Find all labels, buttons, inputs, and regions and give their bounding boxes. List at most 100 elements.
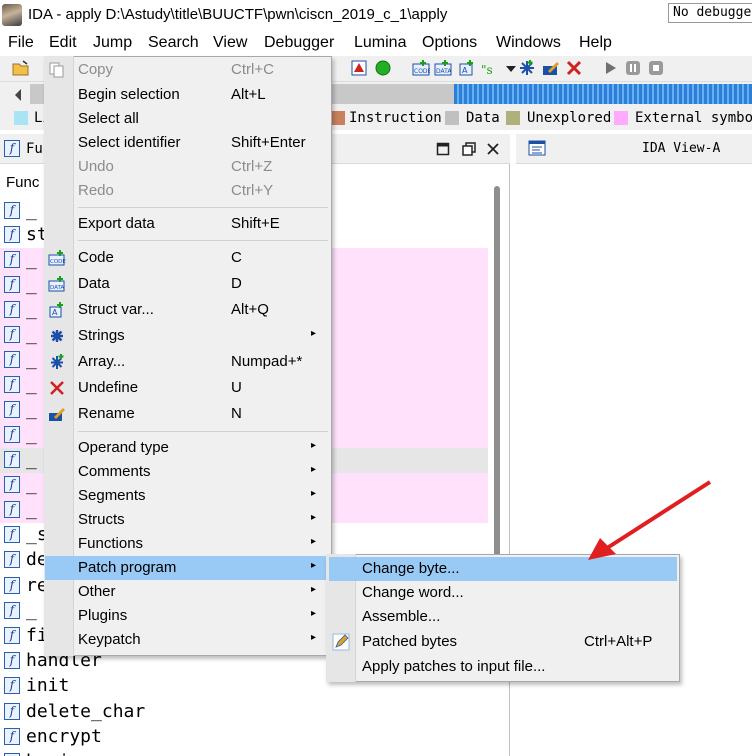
menu-item-strings[interactable]: Strings ▸ bbox=[45, 324, 331, 348]
menu-windows[interactable]: Windows bbox=[496, 34, 561, 52]
function-name: _ bbox=[26, 474, 37, 495]
close-pane-icon[interactable] bbox=[486, 142, 500, 156]
menu-item-data[interactable]: DATA Data D bbox=[45, 272, 331, 296]
struct-icon: A bbox=[49, 302, 63, 318]
undefine-icon bbox=[50, 381, 64, 395]
menu-item-label: Copy bbox=[78, 61, 114, 78]
menu-item-structs[interactable]: Structs ▸ bbox=[45, 508, 331, 532]
function-name: _ bbox=[26, 424, 37, 445]
function-icon: f bbox=[4, 401, 20, 418]
svg-text:A: A bbox=[462, 66, 468, 75]
maximize-pane-icon[interactable] bbox=[436, 142, 450, 156]
debugger-select[interactable]: No debugger bbox=[668, 3, 752, 23]
function-name-column-header[interactable]: Func bbox=[6, 174, 39, 191]
play-icon[interactable] bbox=[601, 59, 619, 77]
submenu-arrow-icon: ▸ bbox=[311, 584, 317, 595]
code-icon[interactable]: CODE bbox=[412, 59, 430, 77]
function-name: _ bbox=[26, 274, 37, 295]
open-icon[interactable] bbox=[12, 59, 30, 77]
menu-bar: File Edit Jump Search View Debugger Lumi… bbox=[0, 30, 752, 56]
menu-options[interactable]: Options bbox=[422, 34, 477, 52]
menu-item-patch-program[interactable]: Patch program ▸ bbox=[45, 556, 331, 580]
function-name: _ bbox=[26, 349, 37, 370]
function-row[interactable]: f delete_char bbox=[0, 700, 488, 725]
menu-file[interactable]: File bbox=[8, 34, 34, 52]
menu-item-plugins[interactable]: Plugins ▸ bbox=[45, 604, 331, 628]
menu-item-undefine[interactable]: Undefine U bbox=[45, 376, 331, 400]
function-name: _ bbox=[26, 299, 37, 320]
menu-item-shortcut: Ctrl+Z bbox=[231, 158, 273, 175]
menu-item-shortcut: Numpad+* bbox=[231, 353, 303, 370]
rename-icon bbox=[49, 408, 65, 421]
submenu-item-change-word[interactable]: Change word... bbox=[329, 581, 677, 605]
function-row[interactable]: f encrypt bbox=[0, 725, 488, 750]
menu-debugger[interactable]: Debugger bbox=[264, 34, 334, 52]
menu-item-label: Export data bbox=[78, 215, 155, 232]
menu-item-operand-type[interactable]: Operand type ▸ bbox=[45, 436, 331, 460]
data-icon[interactable]: DATA bbox=[434, 59, 452, 77]
strings-icon bbox=[51, 330, 63, 342]
svg-text:CODE: CODE bbox=[50, 259, 66, 265]
restore-pane-icon[interactable] bbox=[462, 142, 476, 156]
menu-item-label: Other bbox=[78, 583, 116, 600]
function-icon: f bbox=[4, 551, 20, 568]
run-icon[interactable] bbox=[374, 59, 392, 77]
struct-icon[interactable]: A bbox=[458, 59, 476, 77]
menu-item-segments[interactable]: Segments ▸ bbox=[45, 484, 331, 508]
pencil-icon bbox=[332, 633, 350, 651]
submenu-item-label: Patched bytes bbox=[362, 633, 458, 650]
function-icon: f bbox=[4, 451, 20, 468]
submenu-item-shortcut: Ctrl+Alt+P bbox=[584, 633, 653, 650]
menu-search[interactable]: Search bbox=[148, 34, 199, 52]
menu-item-undo[interactable]: Undo Ctrl+Z bbox=[45, 155, 331, 179]
app-avatar-icon bbox=[2, 4, 22, 26]
pause-icon[interactable] bbox=[624, 59, 642, 77]
menu-item-functions[interactable]: Functions ▸ bbox=[45, 532, 331, 556]
submenu-item-apply-patches-to-input-file[interactable]: Apply patches to input file... bbox=[329, 655, 677, 679]
array-icon[interactable] bbox=[518, 59, 536, 77]
function-pane-icon: f bbox=[4, 140, 20, 157]
stop-icon[interactable] bbox=[350, 59, 368, 77]
function-row[interactable]: fbegin bbox=[0, 750, 488, 756]
menu-edit[interactable]: Edit bbox=[49, 34, 77, 52]
nav-left-arrow-icon[interactable] bbox=[12, 86, 24, 104]
function-name: _ bbox=[26, 374, 37, 395]
function-name: _ bbox=[26, 600, 37, 621]
function-icon: f bbox=[4, 602, 20, 619]
menu-item-copy[interactable]: Copy Ctrl+C bbox=[45, 58, 331, 82]
menu-item-other[interactable]: Other ▸ bbox=[45, 580, 331, 604]
navigation-band-code[interactable] bbox=[454, 84, 752, 104]
menu-lumina[interactable]: Lumina bbox=[354, 34, 406, 52]
menu-item-struct-var[interactable]: A Struct var... Alt+Q bbox=[45, 298, 331, 322]
menu-item-code[interactable]: CODE Code C bbox=[45, 246, 331, 270]
ida-view-title[interactable]: IDA View-A bbox=[642, 141, 720, 156]
menu-jump[interactable]: Jump bbox=[93, 34, 132, 52]
menu-view[interactable]: View bbox=[213, 34, 247, 52]
submenu-arrow-icon: ▸ bbox=[311, 440, 317, 451]
menu-item-select-all[interactable]: Select all bbox=[45, 107, 331, 131]
function-icon: f bbox=[4, 526, 20, 543]
legend-instruction-swatch bbox=[331, 111, 345, 125]
data-icon: DATA bbox=[48, 276, 65, 292]
stop-debug-icon[interactable] bbox=[647, 59, 665, 77]
menu-item-export-data[interactable]: Export data Shift+E bbox=[45, 212, 331, 236]
submenu-item-assemble[interactable]: Assemble... bbox=[329, 605, 677, 629]
legend-data-swatch bbox=[445, 111, 459, 125]
strings-icon[interactable]: "s bbox=[480, 59, 498, 77]
menu-item-select-identifier[interactable]: Select identifier Shift+Enter bbox=[45, 131, 331, 155]
function-icon: f bbox=[4, 326, 20, 343]
menu-item-redo[interactable]: Redo Ctrl+Y bbox=[45, 179, 331, 203]
menu-help[interactable]: Help bbox=[579, 34, 612, 52]
functions-scrollbar[interactable] bbox=[494, 186, 500, 556]
menu-item-begin-selection[interactable]: Begin selection Alt+L bbox=[45, 83, 331, 107]
rename-icon[interactable] bbox=[542, 59, 560, 77]
menu-item-array[interactable]: Array... Numpad+* bbox=[45, 350, 331, 374]
menu-item-keypatch[interactable]: Keypatch ▸ bbox=[45, 628, 331, 652]
menu-item-comments[interactable]: Comments ▸ bbox=[45, 460, 331, 484]
menu-item-rename[interactable]: Rename N bbox=[45, 402, 331, 426]
submenu-item-patched-bytes[interactable]: Patched bytes Ctrl+Alt+P bbox=[329, 630, 677, 654]
undefine-icon[interactable] bbox=[565, 59, 583, 77]
submenu-arrow-icon: ▸ bbox=[311, 632, 317, 643]
function-icon: f bbox=[4, 501, 20, 518]
menu-item-shortcut: D bbox=[231, 275, 242, 292]
